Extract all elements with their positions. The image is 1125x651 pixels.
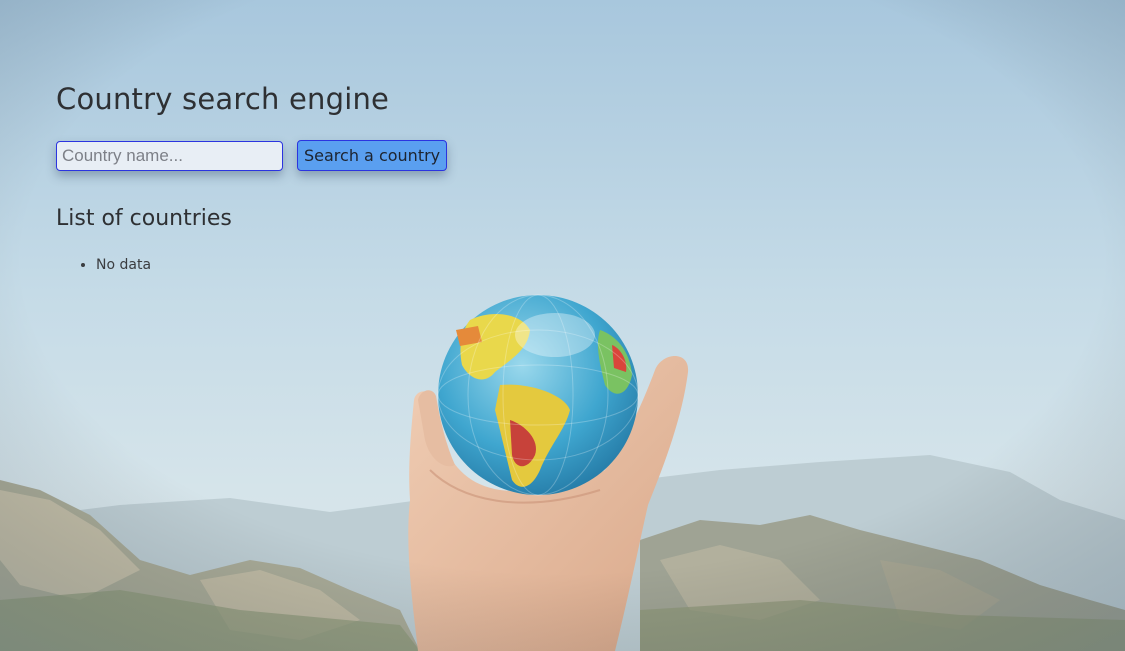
- countries-list-title: List of countries: [56, 206, 232, 231]
- list-item: No data: [96, 255, 447, 275]
- search-form: Search a country: [56, 140, 448, 171]
- country-search-input[interactable]: [56, 140, 283, 171]
- search-country-button[interactable]: Search a country: [297, 140, 448, 171]
- main-content: Country search engine Search a country L…: [56, 80, 448, 275]
- countries-list: No data: [56, 255, 447, 275]
- page-title: Country search engine: [56, 82, 390, 116]
